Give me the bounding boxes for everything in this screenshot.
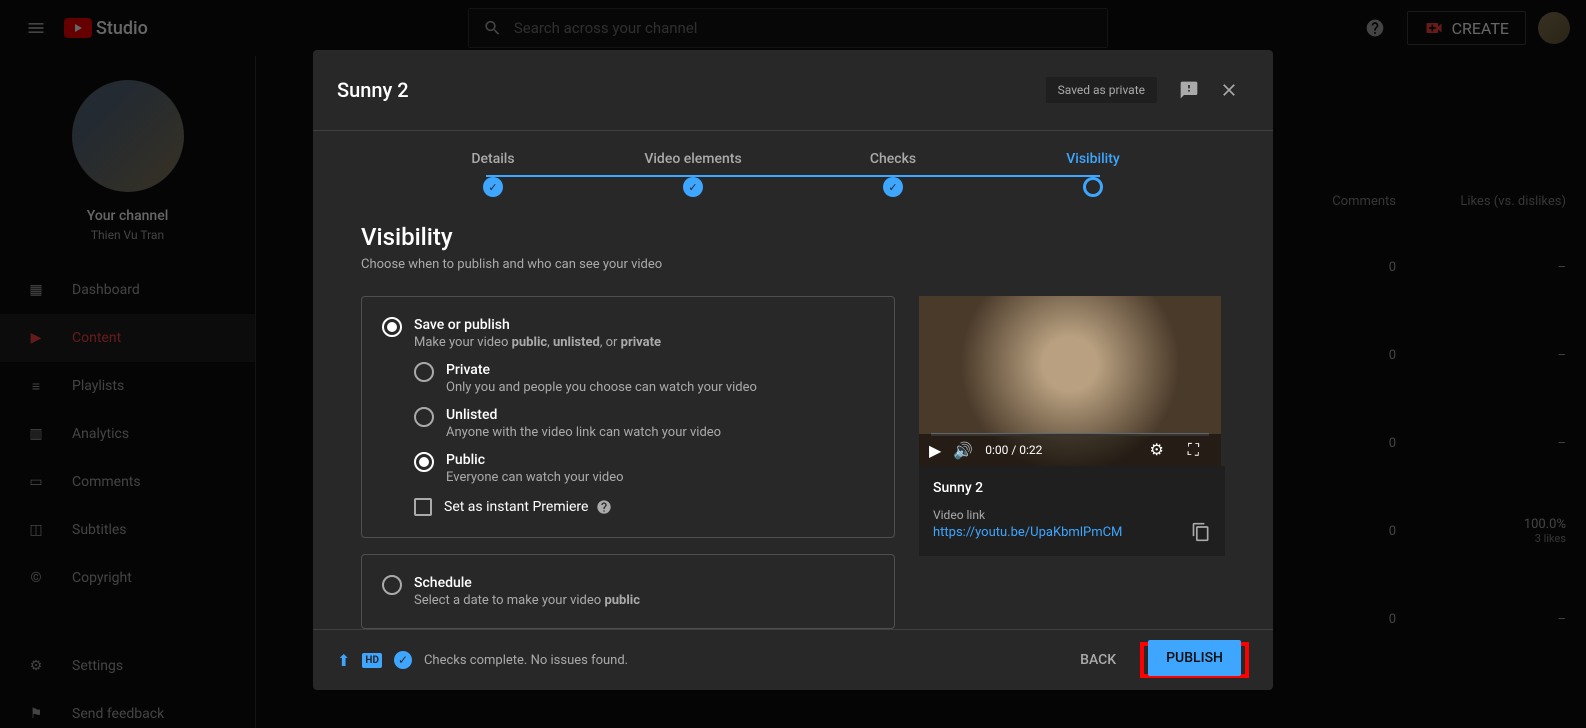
preview-video-name: Sunny 2 bbox=[933, 480, 1211, 496]
modal-footer: ⬆ HD ✓ Checks complete. No issues found.… bbox=[313, 629, 1273, 690]
feedback-icon bbox=[1179, 80, 1199, 100]
close-button[interactable] bbox=[1209, 70, 1249, 110]
modal-title: Sunny 2 bbox=[337, 78, 409, 102]
volume-button[interactable]: 🔊 bbox=[953, 441, 973, 460]
step-checks[interactable]: Checks ✓ bbox=[793, 151, 993, 197]
check-icon: ✓ bbox=[683, 177, 703, 197]
body-subtitle: Choose when to publish and who can see y… bbox=[361, 257, 1225, 272]
radio-schedule[interactable] bbox=[382, 575, 402, 595]
body-title: Visibility bbox=[361, 223, 1225, 251]
fullscreen-button[interactable]: ⛶ bbox=[1188, 440, 1199, 460]
help-icon[interactable] bbox=[596, 497, 612, 517]
radio-unlisted[interactable] bbox=[414, 407, 434, 427]
schedule-card: Schedule Select a date to make your vide… bbox=[361, 554, 895, 629]
play-button[interactable]: ▶ bbox=[929, 441, 941, 460]
copy-button[interactable] bbox=[1191, 522, 1211, 542]
step-elements[interactable]: Video elements ✓ bbox=[593, 151, 793, 197]
publish-highlight: PUBLISH bbox=[1140, 642, 1249, 678]
radio-private[interactable] bbox=[414, 362, 434, 382]
preview-info: Sunny 2 Video link https://youtu.be/UpaK… bbox=[919, 466, 1225, 556]
radio-save-publish[interactable] bbox=[382, 317, 402, 337]
feedback-button[interactable] bbox=[1169, 70, 1209, 110]
video-preview: ▶ 🔊 0:00 / 0:22 ⚙ ⛶ bbox=[919, 296, 1221, 466]
copy-icon bbox=[1191, 522, 1211, 542]
publish-button[interactable]: PUBLISH bbox=[1148, 640, 1241, 676]
premiere-checkbox[interactable] bbox=[414, 498, 432, 516]
modal-body: Visibility Choose when to publish and wh… bbox=[313, 207, 1273, 629]
close-icon bbox=[1219, 80, 1239, 100]
settings-button[interactable]: ⚙ bbox=[1149, 440, 1163, 460]
save-publish-card: Save or publish Make your video public, … bbox=[361, 296, 895, 538]
check-icon: ✓ bbox=[483, 177, 503, 197]
back-button[interactable]: BACK bbox=[1064, 642, 1132, 678]
circle-icon bbox=[1083, 177, 1103, 197]
check-icon: ✓ bbox=[883, 177, 903, 197]
hd-icon: HD bbox=[362, 653, 382, 668]
step-details[interactable]: Details ✓ bbox=[393, 151, 593, 197]
video-time: 0:00 / 0:22 bbox=[985, 443, 1042, 457]
publish-modal: Sunny 2 Saved as private Details ✓ Video… bbox=[313, 50, 1273, 690]
step-visibility[interactable]: Visibility bbox=[993, 151, 1193, 197]
link-label: Video link bbox=[933, 508, 1211, 522]
check-icon: ✓ bbox=[394, 651, 412, 669]
radio-public[interactable] bbox=[414, 452, 434, 472]
saved-badge: Saved as private bbox=[1046, 77, 1157, 103]
checks-status: Checks complete. No issues found. bbox=[424, 653, 628, 668]
stepper: Details ✓ Video elements ✓ Checks ✓ Visi… bbox=[313, 131, 1273, 207]
video-link[interactable]: https://youtu.be/UpaKbmlPmCM bbox=[933, 525, 1122, 540]
modal-header: Sunny 2 Saved as private bbox=[313, 50, 1273, 131]
upload-icon: ⬆ bbox=[337, 651, 350, 670]
